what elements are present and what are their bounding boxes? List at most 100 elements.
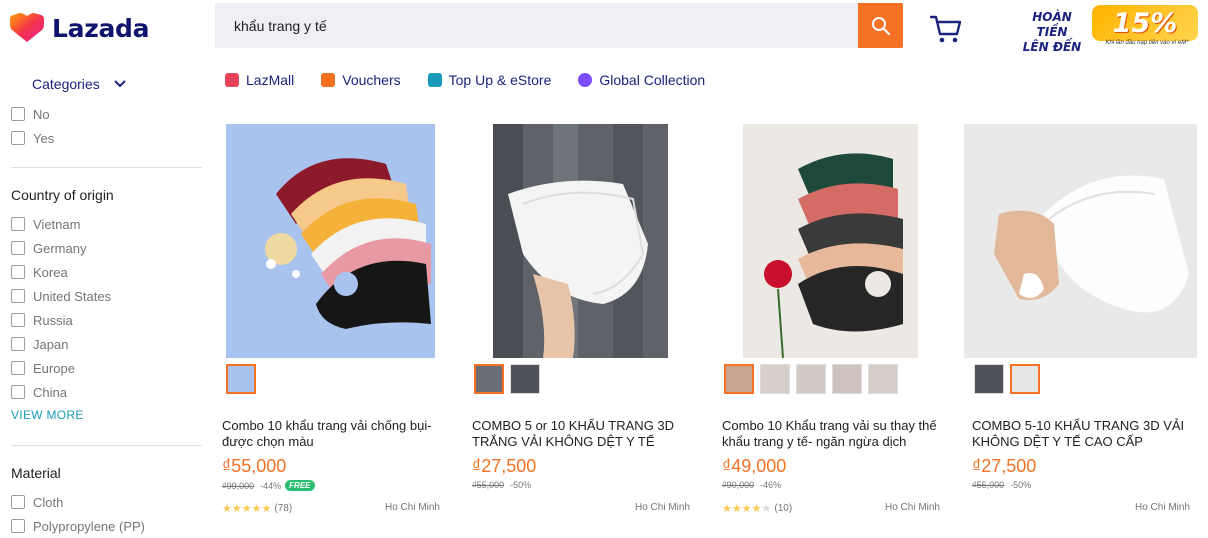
cashback-promo-banner[interactable]: HOÀN TIỀN LÊN ĐẾN 15% Khi lần đầu nạp ti… (1016, 2, 1202, 54)
product-title[interactable]: Combo 10 Khẩu trang vải su thay thế khẩu… (722, 418, 937, 451)
nav-global-collection[interactable]: Global Collection (578, 72, 705, 88)
thumbnail[interactable] (510, 364, 540, 394)
view-more-link[interactable]: VIEW MORE (11, 408, 84, 422)
search-button[interactable] (858, 3, 903, 48)
material-title: Material (11, 465, 61, 481)
original-price: ₫90,000 (722, 480, 755, 490)
location: Ho Chi Minh (1134, 502, 1190, 513)
checkbox[interactable] (11, 289, 25, 303)
star-icon: ★ (731, 503, 742, 515)
chevron-down-icon (113, 80, 126, 88)
product-image[interactable] (964, 124, 1197, 358)
star-icon: ★ (722, 503, 732, 515)
product-title[interactable]: COMBO 5 or 10 KHẨU TRANG 3D TRẮNG VẢI KH… (472, 418, 687, 451)
product-title[interactable]: Combo 10 khẩu trang vải chống bụi- được … (222, 418, 437, 451)
search-bar (215, 3, 903, 48)
star-icon: ★ (222, 503, 232, 515)
thumbnail-strip (974, 364, 1046, 394)
product-title[interactable]: COMBO 5-10 KHẨU TRANG 3D VẢI KHÔNG DỆT Y… (972, 418, 1187, 451)
star-empty-icon: ★ (761, 503, 772, 515)
location: Ho Chi Minh (384, 502, 440, 513)
checkbox[interactable] (11, 385, 25, 399)
checkbox[interactable] (11, 107, 25, 121)
lazmall-icon (225, 73, 239, 87)
filter-country-korea[interactable]: Korea (11, 264, 68, 280)
star-icon: ★ (231, 503, 242, 515)
top-bar: Lazada HOÀN TIỀN LÊN ĐẾN 15% Khi lần đầu… (0, 0, 1208, 56)
checkbox[interactable] (11, 361, 25, 375)
star-icon: ★ (741, 503, 752, 515)
checkbox[interactable] (11, 495, 25, 509)
filter-material-cloth[interactable]: Cloth (11, 494, 63, 510)
discount: -50% (1010, 480, 1032, 490)
filter-country-europe[interactable]: Europe (11, 360, 75, 376)
nav-vouchers[interactable]: Vouchers (321, 72, 401, 88)
star-half-icon: ★ (751, 503, 762, 515)
thumbnail[interactable] (1010, 364, 1040, 394)
filter-country-germany[interactable]: Germany (11, 240, 86, 256)
product-image[interactable] (493, 124, 668, 358)
voucher-icon (321, 73, 336, 87)
cart-icon (929, 15, 962, 43)
thumbnail[interactable] (474, 364, 504, 394)
filter-country-united-states[interactable]: United States (11, 288, 111, 304)
review-count: (78) (274, 503, 293, 514)
filter-country-vietnam[interactable]: Vietnam (11, 216, 80, 232)
categories-toggle[interactable]: Categories (32, 76, 126, 92)
thumbnail[interactable] (974, 364, 1004, 394)
thumbnail[interactable] (832, 364, 862, 394)
product-price: ₫49,000 (722, 456, 787, 476)
location: Ho Chi Minh (884, 502, 940, 513)
checkbox[interactable] (11, 519, 25, 533)
nav-lazmall[interactable]: LazMall (225, 72, 294, 88)
checkbox[interactable] (11, 217, 25, 231)
product-image[interactable] (226, 124, 435, 358)
promo-percent-badge: 15% (1092, 5, 1198, 41)
checkbox[interactable] (11, 337, 25, 351)
checkbox[interactable] (11, 313, 25, 327)
divider (11, 445, 202, 446)
nav-topup-estore[interactable]: Top Up & eStore (427, 72, 551, 88)
lazada-heart-icon (10, 13, 46, 43)
discount: -46% (760, 480, 782, 490)
filter-country-china[interactable]: China (11, 384, 67, 400)
search-input[interactable] (215, 3, 858, 48)
topup-icon (427, 73, 442, 87)
discount: -50% (510, 480, 532, 490)
star-icon: ★ (251, 503, 262, 515)
thumbnail[interactable] (868, 364, 898, 394)
discount: -44% (260, 480, 282, 491)
thumbnail-strip (474, 364, 546, 394)
divider (11, 167, 202, 168)
star-icon: ★ (241, 503, 252, 515)
original-price-row: ₫55,000 -50% (472, 480, 531, 490)
promo-headline: HOÀN TIỀN LÊN ĐẾN (1022, 10, 1082, 54)
cart-button[interactable] (929, 14, 964, 44)
thumbnail-strip (724, 364, 904, 394)
logo-text: Lazada (52, 13, 150, 43)
filter-option-no[interactable]: No (11, 106, 50, 122)
product-image[interactable] (743, 124, 918, 358)
categories-label: Categories (32, 76, 100, 92)
star-half-icon: ★ (261, 503, 272, 515)
original-price-row: ₫90,000 -46% (722, 480, 781, 490)
location: Ho Chi Minh (634, 502, 690, 513)
checkbox[interactable] (11, 131, 25, 145)
filter-sidebar: Categories No Yes Country of origin Viet… (0, 60, 210, 538)
filter-country-japan[interactable]: Japan (11, 336, 68, 352)
product-price: ₫27,500 (472, 456, 537, 476)
checkbox[interactable] (11, 265, 25, 279)
product-price: ₫55,000 (222, 456, 287, 476)
thumbnail[interactable] (796, 364, 826, 394)
filter-country-russia[interactable]: Russia (11, 312, 73, 328)
product-price: ₫27,500 (972, 456, 1037, 476)
lazada-logo[interactable]: Lazada (10, 13, 149, 43)
thumbnail[interactable] (226, 364, 256, 394)
filter-option-yes[interactable]: Yes (11, 130, 54, 146)
thumbnail[interactable] (724, 364, 754, 394)
thumbnail[interactable] (760, 364, 790, 394)
rating: ★ ★ ★ ★ ★ (78) (222, 502, 292, 515)
global-icon (578, 73, 593, 87)
checkbox[interactable] (11, 241, 25, 255)
filter-material-pp[interactable]: Polypropylene (PP) (11, 518, 145, 534)
